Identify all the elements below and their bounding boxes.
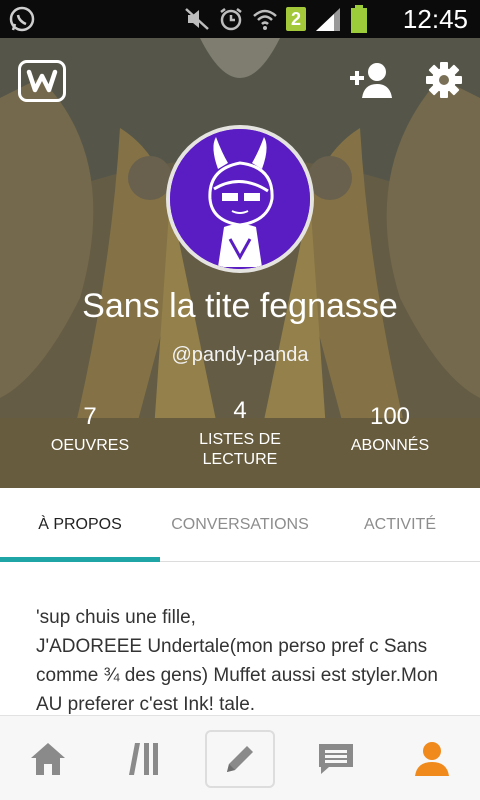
nav-profile-button[interactable] [384, 716, 480, 800]
profile-header: Sans la tite fegnasse @pandy-panda 7 OEU… [0, 38, 480, 488]
messages-icon [319, 743, 353, 774]
stat-works-count: 7 [83, 403, 97, 430]
wattpad-logo-icon [26, 69, 58, 93]
display-name: Sans la tite fegnasse [82, 287, 398, 325]
nav-library-button[interactable] [96, 716, 192, 800]
clock: 12:45 [402, 4, 468, 34]
wattpad-logo-button[interactable] [18, 60, 66, 102]
stat-followers[interactable]: 100 ABONNÉS [310, 402, 470, 456]
nav-home-button[interactable] [0, 716, 96, 800]
profile-tabs: À PROPOS CONVERSATIONS ACTIVITÉ [0, 488, 480, 562]
active-tab-indicator [0, 557, 160, 562]
nav-write-button[interactable] [192, 716, 288, 800]
alarm-icon [220, 8, 242, 31]
stat-followers-count: 100 [369, 403, 411, 430]
pencil-icon [227, 745, 253, 772]
profile-icon [415, 741, 449, 776]
tab-activity[interactable]: ACTIVITÉ [320, 488, 480, 562]
stat-reading-lists[interactable]: 4 LISTES DE LECTURE [160, 396, 320, 464]
gear-icon [426, 62, 462, 98]
whatsapp-icon [9, 6, 35, 32]
home-icon [31, 742, 65, 775]
settings-button[interactable] [424, 60, 464, 100]
avatar-image [170, 129, 310, 269]
library-icon [129, 742, 158, 775]
about-description: 'sup chuis une fille, J'ADOREEE Undertal… [36, 607, 438, 715]
tab-about[interactable]: À PROPOS [0, 488, 160, 562]
stat-works[interactable]: 7 OEUVRES [10, 402, 170, 456]
about-panel[interactable]: 'sup chuis une fille, J'ADOREEE Undertal… [0, 563, 480, 715]
add-user-icon [350, 63, 392, 98]
sim-slot-badge: 2 [286, 7, 306, 31]
wifi-icon [253, 9, 277, 30]
battery-icon [351, 5, 367, 33]
mute-icon [185, 8, 209, 30]
status-bar: 2 12:45 [0, 0, 480, 38]
nav-messages-button[interactable] [288, 716, 384, 800]
signal-icon [316, 8, 340, 31]
username: @pandy-panda [171, 344, 309, 366]
stat-works-label: OEUVRES [50, 437, 130, 454]
follow-button[interactable] [348, 60, 394, 100]
tab-conversations[interactable]: CONVERSATIONS [160, 488, 320, 562]
stat-reading-lists-count: 4 [233, 397, 247, 424]
status-icons: 2 [184, 5, 368, 33]
stat-followers-label: ABONNÉS [350, 437, 430, 454]
bottom-navigation [0, 715, 480, 800]
write-button-frame [205, 729, 275, 788]
avatar[interactable] [166, 125, 314, 273]
stat-reading-lists-label: LISTES DE LECTURE [199, 431, 281, 464]
